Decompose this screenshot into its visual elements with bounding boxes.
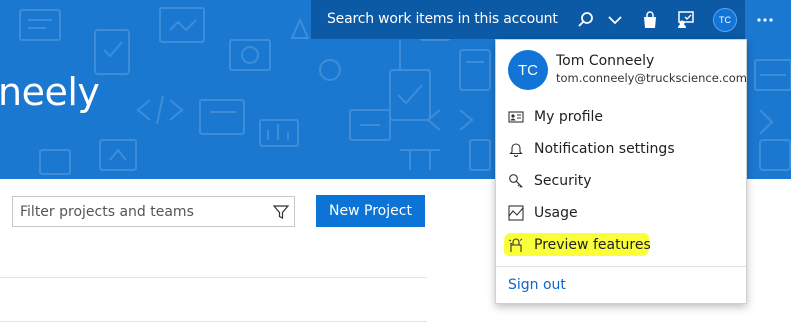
- more-icon[interactable]: [752, 0, 778, 39]
- menu-item-security[interactable]: Security: [496, 166, 746, 196]
- preview-features-icon: [508, 237, 524, 253]
- filter-icon[interactable]: [272, 204, 290, 225]
- search-input[interactable]: Search work items in this account: [327, 11, 558, 27]
- feedback-icon[interactable]: [673, 0, 697, 39]
- profile-card-icon: [508, 109, 524, 125]
- filter-input[interactable]: [13, 197, 253, 226]
- menu-avatar: TC: [508, 50, 548, 90]
- usage-chart-icon: [508, 205, 524, 221]
- menu-item-label: Security: [534, 173, 592, 189]
- menu-item-label: Notification settings: [534, 141, 675, 157]
- divider: [0, 277, 427, 278]
- shopping-bag-icon[interactable]: [639, 0, 661, 39]
- search-bar[interactable]: Search work items in this account: [311, 0, 705, 39]
- menu-item-label: Preview features: [534, 237, 651, 253]
- account-owner-name: neely: [0, 70, 100, 114]
- filter-projects-field[interactable]: [12, 196, 295, 227]
- divider: [0, 321, 427, 322]
- menu-item-label: My profile: [534, 109, 604, 125]
- menu-separator: [496, 266, 746, 267]
- key-icon: [508, 173, 524, 189]
- menu-item-notification-settings[interactable]: Notification settings: [496, 134, 746, 164]
- user-name: Tom Conneely: [556, 53, 655, 69]
- bell-icon: [508, 141, 524, 157]
- sign-out-link[interactable]: Sign out: [508, 277, 566, 293]
- avatar[interactable]: TC: [713, 8, 737, 32]
- menu-item-preview-features[interactable]: Preview features: [496, 230, 746, 260]
- chevron-down-icon[interactable]: [605, 0, 625, 39]
- search-icon[interactable]: [575, 0, 597, 39]
- user-email: tom.conneely@truckscience.com: [556, 71, 747, 85]
- menu-item-my-profile[interactable]: My profile: [496, 102, 746, 132]
- menu-item-usage[interactable]: Usage: [496, 198, 746, 228]
- menu-item-label: Usage: [534, 205, 578, 221]
- profile-menu: TC Tom Conneely tom.conneely@truckscienc…: [495, 39, 747, 304]
- new-project-button[interactable]: New Project: [316, 195, 425, 227]
